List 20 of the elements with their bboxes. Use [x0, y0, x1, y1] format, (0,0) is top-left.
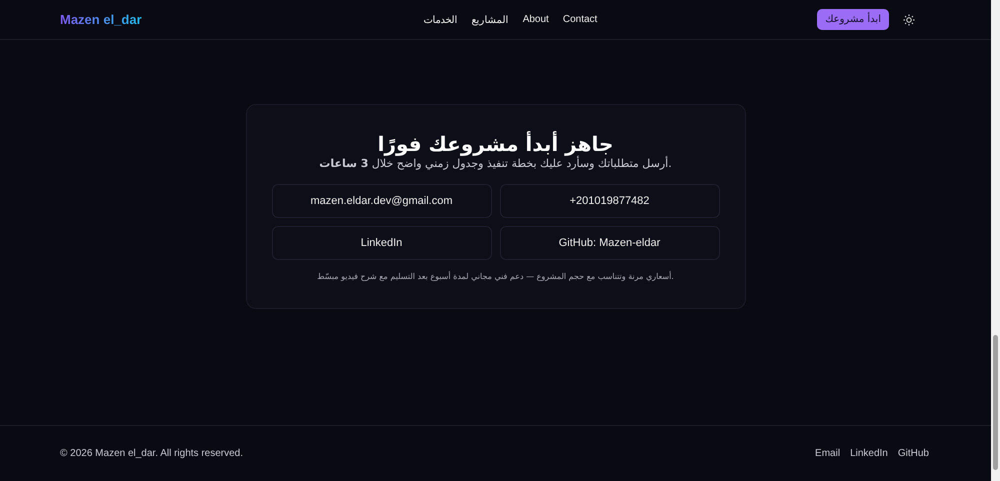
copyright-text: © 2026 Mazen el_dar. All rights reserved. [60, 448, 244, 459]
contact-detail-button[interactable]: GitHub: Mazen-eldar [500, 226, 720, 260]
scrollbar-thumb[interactable] [993, 335, 998, 470]
nav-link[interactable]: الخدمات [424, 14, 458, 26]
footer-link[interactable]: Email [815, 448, 840, 459]
pricing-note: أسعاري مرنة وتتناسب مع حجم المشروع — دعم فني مجاني لمدة أسبوع بعد التسليم مع شرح فيديو مبسّط. [317, 272, 674, 281]
scrollbar[interactable] [991, 0, 1000, 481]
footer-link[interactable]: LinkedIn [850, 448, 888, 459]
start-project-button[interactable]: ابدأ مشروعك [817, 9, 889, 30]
contact-detail-button[interactable]: LinkedIn [272, 226, 492, 260]
logo[interactable]: Mazen el_dar [60, 12, 142, 27]
nav-link[interactable]: Contact [562, 14, 598, 26]
card-title: جاهز أبدأ مشروعك فورًا [378, 131, 614, 156]
nav-link[interactable]: About [522, 14, 549, 26]
footer-link[interactable]: GitHub [898, 448, 929, 459]
contact-detail-button[interactable]: mazen.eldar.dev@gmail.com [272, 184, 492, 218]
sun-icon[interactable] [903, 14, 915, 26]
contact-detail-button[interactable]: +201019877482 [500, 184, 720, 218]
card-subtitle: أرسل متطلباتك وسأرد عليك بخطة تنفيذ وجدول زمني واضح خلال 3 ساعات. [319, 157, 672, 170]
nav-link[interactable]: المشاريع [472, 14, 509, 26]
